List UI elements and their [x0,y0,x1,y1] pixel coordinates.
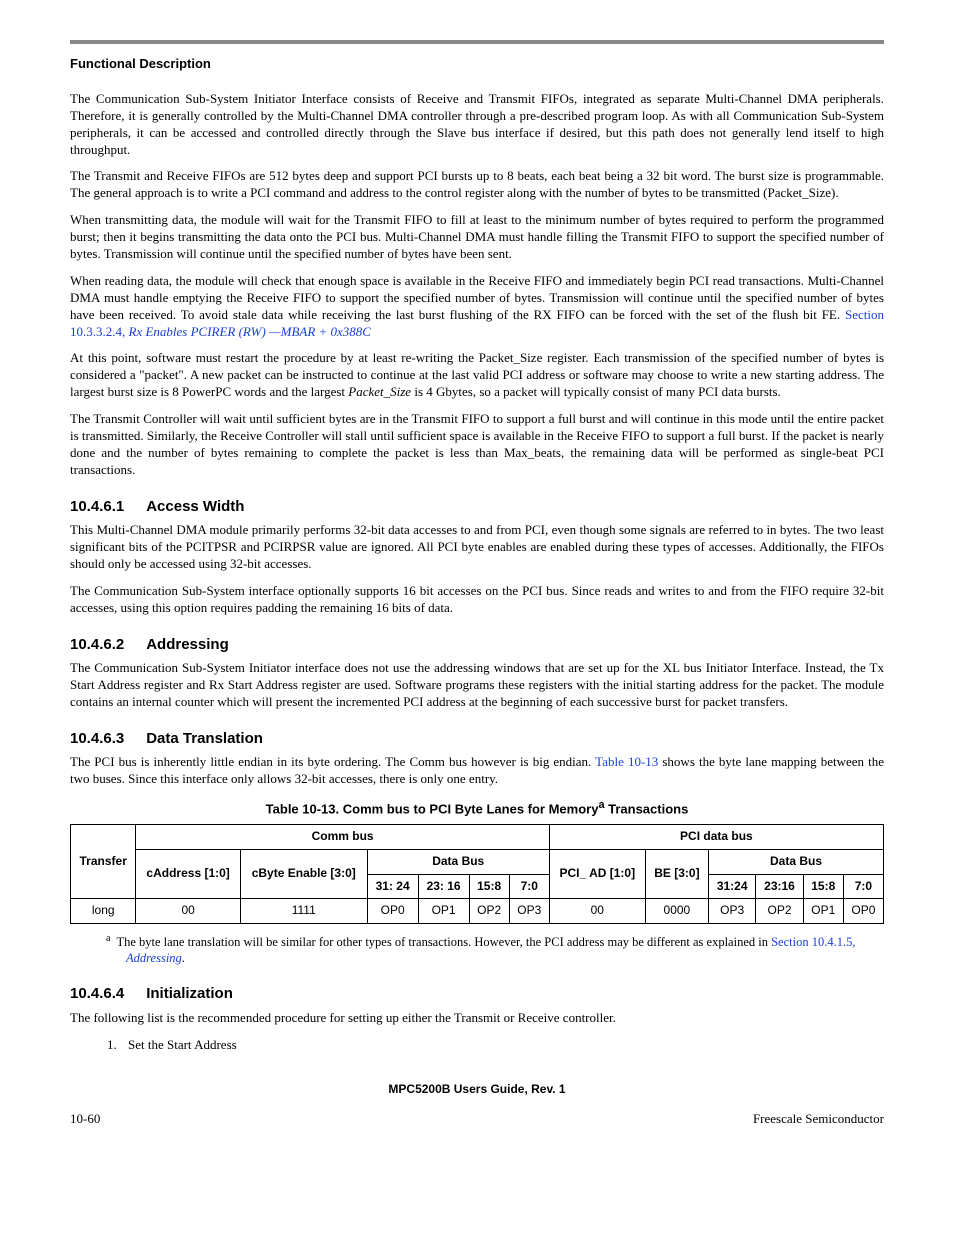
col-31-24: 31: 24 [367,874,418,899]
paragraph: At this point, software must restart the… [70,350,884,401]
col-7-0: 7:0 [843,874,883,899]
heading-title: Addressing [146,636,229,653]
xref-link[interactable]: Addressing [126,951,182,965]
paragraph: The following list is the recommended pr… [70,1010,884,1027]
text: . [182,951,185,965]
emphasis: Packet_Size [348,384,411,399]
col-pci-ad: PCI_ AD [1:0] [549,849,645,898]
footer-doc-title: MPC5200B Users Guide, Rev. 1 [70,1082,884,1098]
paragraph: The Transmit and Receive FIFOs are 512 b… [70,168,884,202]
paragraph: The Transmit Controller will wait until … [70,411,884,479]
heading-title: Initialization [146,985,233,1002]
heading-title: Access Width [146,498,244,515]
col-7-0: 7:0 [509,874,549,899]
xref-link[interactable]: Table 10-13 [595,754,658,769]
xref-link[interactable]: Rx Enables PCIRER (RW) —MBAR + 0x388C [129,324,371,339]
col-cbyte-enable: cByte Enable [3:0] [240,849,367,898]
byte-lanes-table: Transfer Comm bus PCI data bus cAddress … [70,824,884,923]
col-caddress: cAddress [1:0] [136,849,240,898]
table-footnote: aThe byte lane translation will be simil… [106,932,884,967]
col-23-16: 23:16 [756,874,803,899]
paragraph: The Communication Sub-System Initiator i… [70,660,884,711]
text: When reading data, the module will check… [70,273,884,322]
col-databus-pci: Data Bus [709,849,884,874]
col-15-8: 15:8 [803,874,843,899]
heading-number: 10.4.6.4 [70,984,124,1004]
page-top-rule [70,40,884,44]
table-caption: Table 10-13. Comm bus to PCI Byte Lanes … [70,798,884,818]
heading-access-width: 10.4.6.1 Access Width [70,497,884,517]
col-15-8: 15:8 [469,874,509,899]
text: The byte lane translation will be simila… [116,935,771,949]
heading-data-translation: 10.4.6.3 Data Translation [70,729,884,749]
list-item: Set the Start Address [120,1037,884,1054]
text: is 4 Gbytes, so a packet will typically … [411,384,781,399]
table-row: long 00 1111 OP0 OP1 OP2 OP3 00 0000 OP3… [71,899,884,924]
running-header: Functional Description [70,56,884,73]
heading-number: 10.4.6.3 [70,729,124,749]
col-group-pci: PCI data bus [549,825,883,850]
heading-initialization: 10.4.6.4 Initialization [70,984,884,1004]
paragraph: When reading data, the module will check… [70,273,884,341]
initialization-list: Set the Start Address [120,1037,884,1054]
heading-title: Data Translation [146,730,263,747]
col-databus-comm: Data Bus [367,849,549,874]
footer-page-number: 10-60 [70,1111,100,1128]
col-23-16: 23: 16 [418,874,469,899]
paragraph: The PCI bus is inherently little endian … [70,754,884,788]
footer-company: Freescale Semiconductor [753,1111,884,1128]
col-group-comm: Comm bus [136,825,549,850]
paragraph: This Multi-Channel DMA module primarily … [70,522,884,573]
paragraph: When transmitting data, the module will … [70,212,884,263]
text: The PCI bus is inherently little endian … [70,754,595,769]
heading-number: 10.4.6.2 [70,635,124,655]
paragraph: The Communication Sub-System interface o… [70,583,884,617]
col-transfer: Transfer [71,825,136,899]
heading-number: 10.4.6.1 [70,497,124,517]
col-be: BE [3:0] [645,849,708,898]
paragraph: The Communication Sub-System Initiator I… [70,91,884,159]
heading-addressing: 10.4.6.2 Addressing [70,635,884,655]
col-31-24: 31:24 [709,874,756,899]
xref-link[interactable]: Section 10.4.1.5, [771,935,855,949]
